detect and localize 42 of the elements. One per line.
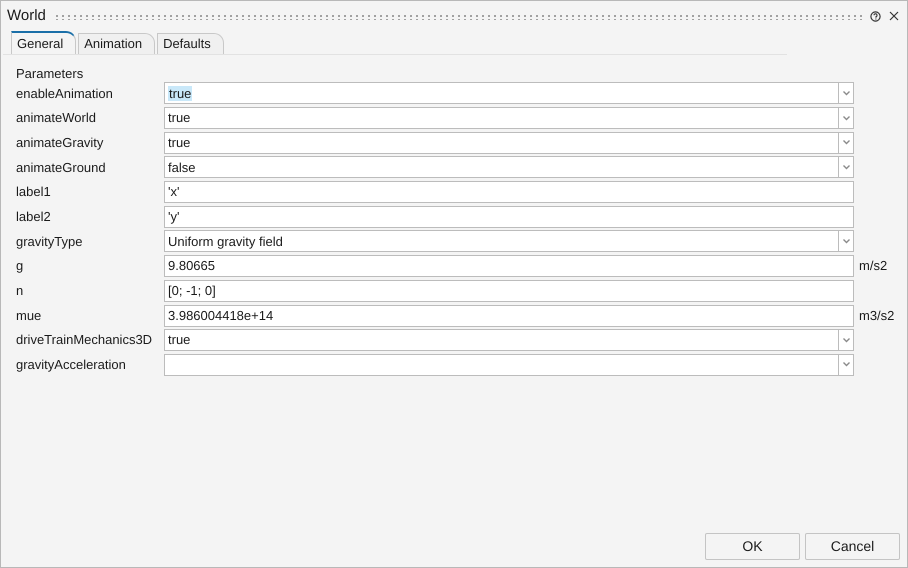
input-field[interactable]: 3.986004418e+14: [164, 304, 854, 327]
dropdown-field[interactable]: true: [164, 329, 854, 352]
parameter-label: animateGround: [16, 158, 107, 177]
parameter-label: label2: [16, 208, 52, 226]
parameter-label: driveTrainMechanics3D: [16, 331, 154, 350]
unit-label: m3/s2: [858, 306, 894, 325]
unit-label: m/s2: [858, 257, 888, 276]
input-field[interactable]: 'x': [164, 181, 854, 204]
dropdown-field[interactable]: [164, 354, 854, 376]
parameter-label: n: [16, 282, 24, 300]
parameter-label: g: [16, 257, 24, 276]
chevron-down-icon: [842, 238, 850, 244]
parameter-label: gravityType: [16, 232, 84, 251]
chevron-down-icon: [842, 164, 850, 170]
tab[interactable]: Animation: [78, 33, 156, 54]
dropdown-field[interactable]: false: [164, 156, 854, 178]
dropdown-field[interactable]: true: [164, 82, 854, 104]
parameter-label: mue: [16, 306, 42, 325]
input-field[interactable]: [0; -1; 0]: [164, 280, 854, 302]
parameter-label: enableAnimation: [16, 84, 114, 103]
chevron-down-icon: [842, 140, 850, 146]
chevron-down-icon: [842, 90, 850, 96]
dialog-button[interactable]: OK: [705, 533, 800, 560]
dropdown-field[interactable]: true: [164, 132, 854, 154]
section-label: Parameters: [16, 65, 84, 81]
chevron-down-icon: [842, 338, 850, 343]
tab[interactable]: Defaults: [157, 33, 224, 54]
dialog-button[interactable]: Cancel: [805, 533, 900, 560]
input-field[interactable]: 9.80665: [164, 255, 854, 278]
parameter-label: animateWorld: [16, 109, 97, 128]
chevron-down-icon: [842, 362, 850, 368]
chevron-down-icon: [842, 116, 850, 121]
dropdown-field[interactable]: true: [164, 107, 854, 130]
parameter-label: animateGravity: [16, 134, 104, 152]
parameter-label: gravityAcceleration: [16, 356, 127, 374]
input-field[interactable]: 'y': [164, 206, 854, 228]
close-icon[interactable]: [889, 11, 899, 21]
window-title: World: [7, 6, 46, 26]
help-icon[interactable]: [870, 10, 881, 22]
dropdown-field[interactable]: Uniform gravity field: [164, 230, 854, 252]
tab[interactable]: General: [11, 31, 76, 54]
parameter-label: label1: [16, 183, 52, 202]
